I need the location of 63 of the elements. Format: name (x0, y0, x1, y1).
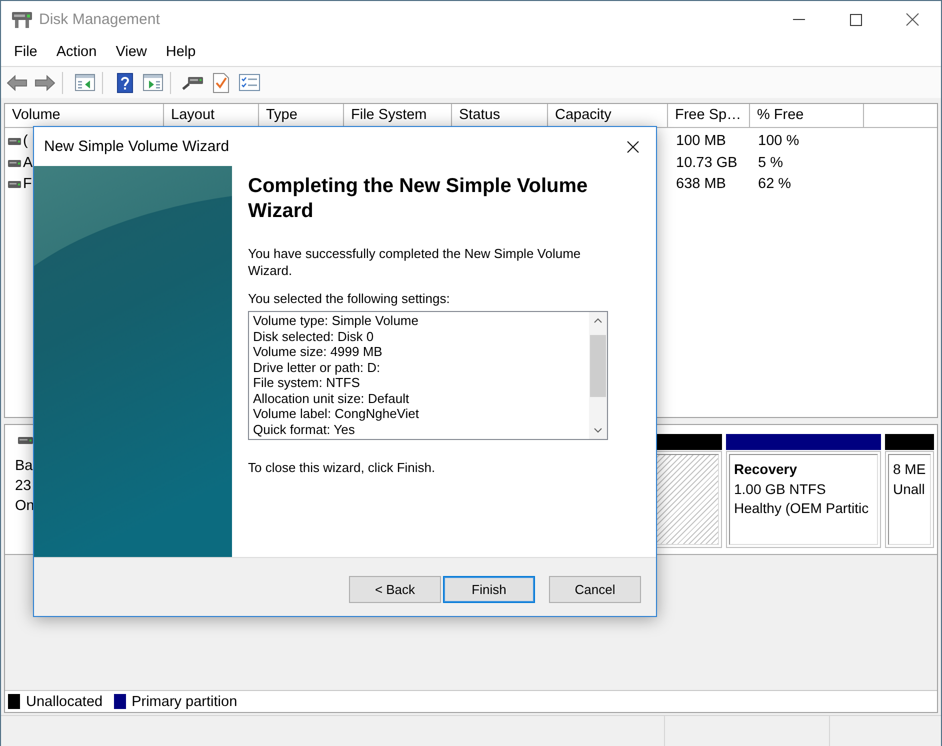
column-header[interactable]: Free Sp… (668, 104, 750, 128)
dialog-button[interactable]: < Back (349, 576, 441, 603)
dialog-title: New Simple Volume Wizard (44, 138, 230, 155)
table-cell-text: 62 % (757, 175, 792, 194)
table-cell-text: 5 % (757, 154, 784, 172)
dialog-button[interactable]: Cancel (549, 576, 641, 603)
partition-box[interactable]: Recovery 1.00 GB NTFS Healthy (OEM Partitic (726, 451, 881, 548)
drive-icon[interactable] (182, 76, 204, 90)
forward-arrow-icon[interactable] (35, 74, 55, 90)
intro-text: You have successfully completed the New Simple Volume Wizard. (248, 245, 582, 279)
column-header[interactable]: Volume (5, 104, 164, 128)
legend-label: Unallocated (26, 694, 103, 710)
window-title: Disk Management (39, 11, 160, 28)
table-cell-text: F (23, 175, 32, 194)
drive-icon (12, 11, 32, 28)
close-icon[interactable] (627, 140, 639, 152)
checklist-icon[interactable] (238, 74, 260, 91)
settings-label: You selected the following settings: (248, 291, 450, 307)
back-arrow-icon[interactable] (7, 74, 27, 90)
chevron-up-icon[interactable] (594, 318, 602, 323)
menu-item[interactable]: File (4, 44, 47, 60)
minimize-icon[interactable] (792, 19, 804, 20)
table-cell-text: 100 MB (675, 132, 727, 151)
partition-detail: 8 ME (893, 460, 926, 479)
table-cell-text: ( (23, 132, 28, 151)
settings-item: Quick format: Yes (253, 422, 356, 437)
disk-info-text: 23 (15, 477, 32, 496)
menu-item[interactable]: Action (46, 44, 106, 60)
settings-item: Volume type: Simple Volume (253, 313, 420, 328)
wizard-heading: Completing the New Simple Volume Wizard (248, 174, 589, 224)
column-header[interactable]: % Free (750, 104, 864, 128)
disk-info-text: Ba (15, 457, 34, 476)
settings-item: Drive letter or path: D: (253, 360, 382, 375)
table-cell-text: A (23, 154, 33, 172)
chevron-down-icon[interactable] (594, 428, 602, 433)
drive-icon (18, 437, 33, 444)
scrollbar-thumb[interactable] (590, 335, 606, 397)
table-cell-text: 10.73 GB (675, 154, 738, 172)
settings-item: Volume size: 4999 MB (253, 344, 384, 360)
document-check-icon[interactable] (213, 72, 229, 92)
settings-item: Allocation unit size: Default (253, 390, 410, 406)
drive-icon (8, 138, 21, 146)
drive-icon (8, 160, 21, 167)
closing-text: To close this wizard, click Finish. (248, 460, 436, 476)
help-icon[interactable] (117, 72, 133, 92)
dialog-button[interactable]: Finish (443, 576, 535, 603)
table-cell-text: 100 % (757, 132, 800, 151)
scrollbar[interactable] (589, 312, 607, 439)
settings-item: Volume label: CongNgheViet (253, 406, 420, 422)
menu-item[interactable]: View (106, 44, 156, 60)
partition-detail: Healthy (OEM Partitic (734, 499, 870, 518)
partition-detail: 1.00 GB NTFS (734, 480, 827, 498)
close-icon[interactable] (906, 13, 919, 26)
maximize-icon[interactable] (850, 14, 862, 26)
legend-label: Primary partition (132, 694, 238, 710)
partition-name: Recovery (734, 460, 798, 479)
menu-item[interactable]: Help (156, 44, 206, 60)
settings-item: File system: NTFS (253, 375, 361, 390)
drive-icon (8, 181, 21, 188)
partition-detail: Unall (893, 480, 926, 498)
settings-item: Disk selected: Disk 0 (253, 328, 375, 344)
table-cell-text: 638 MB (675, 175, 727, 194)
partition-box[interactable]: 8 ME Unall (885, 451, 934, 548)
